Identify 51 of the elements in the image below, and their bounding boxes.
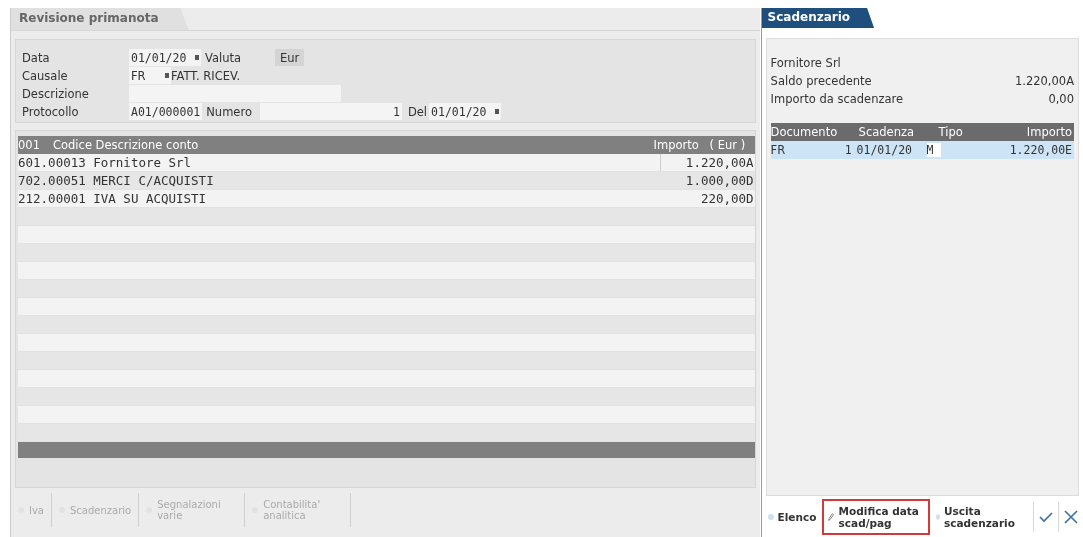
column-header: Importo — [1025, 125, 1073, 139]
empty-row[interactable] — [18, 262, 755, 280]
column-header: Scadenza — [858, 125, 915, 139]
field-label: Data — [21, 50, 51, 65]
account-cell-text: 601.00013 Fornitore Srl — [18, 155, 193, 170]
empty-row[interactable] — [18, 298, 755, 316]
empty-row[interactable] — [18, 226, 755, 244]
info-label: Importo da scadenzare — [770, 92, 904, 108]
window-tab[interactable]: Revisione primanota — [11, 8, 189, 30]
type-input[interactable]: M — [926, 143, 941, 157]
info-label: Saldo precedente — [770, 74, 872, 90]
empty-row[interactable] — [18, 406, 755, 424]
field-label: Valuta — [204, 50, 243, 65]
panel-tab[interactable]: Scadenzario — [761, 8, 875, 28]
protocol-field[interactable]: A01/000001 — [129, 103, 203, 120]
causale-description: FATT. RICEV. — [171, 68, 241, 83]
close-icon — [1063, 508, 1079, 525]
date-field[interactable]: 01/01/20 — [429, 103, 502, 120]
field-label: Descrizione — [21, 86, 90, 101]
table-row[interactable]: FR 1 01/01/20 M 1.220,00E — [770, 141, 1074, 159]
currency-field[interactable]: Eur — [275, 49, 305, 66]
amount-cell[interactable]: 1.000,00D — [659, 172, 755, 189]
column-header: Documento — [770, 125, 839, 139]
empty-row[interactable] — [18, 370, 755, 388]
field-label: Causale — [21, 68, 69, 83]
date-cell-text: 01/01/20 — [856, 143, 913, 157]
field-label: Del — [406, 104, 429, 119]
toolbar-button[interactable]: Elenco — [761, 498, 823, 535]
toolbar-button[interactable]: Modifica data scad/pag — [822, 498, 930, 535]
empty-row[interactable] — [18, 334, 755, 352]
field-label: Numero — [205, 104, 253, 119]
column-header: 001 — [18, 138, 41, 152]
field-label: Protocollo — [21, 104, 80, 119]
column-header: ( Eur ) — [709, 138, 747, 152]
amount-cell-text: 1.220,00E — [1008, 143, 1073, 157]
column-header: Tipo — [938, 125, 964, 139]
supplier-name: Fornitore Srl — [770, 56, 842, 72]
column-header: Codice Descrizione conto — [53, 138, 200, 152]
info-value: 1.220,00A — [1014, 74, 1074, 90]
info-value: 0,00 — [1048, 92, 1074, 108]
toolbar-button[interactable]: Uscita scadenzario — [929, 498, 1033, 535]
account-cell-text: 212.00001 IVA SU ACQUISTI — [18, 191, 208, 206]
code-field[interactable]: FR — [129, 67, 171, 84]
number-cell-text: 1 — [843, 143, 853, 157]
account-cell-text: 702.00051 MERCI C/ACQUISTI — [18, 173, 215, 188]
amount-cell[interactable]: 220,00D — [659, 190, 755, 207]
document-cell-text: FR — [770, 143, 787, 157]
date-field[interactable]: 01/01/20 — [129, 49, 201, 66]
amount-cell[interactable]: 1.220,00A — [659, 154, 755, 171]
number-field[interactable]: 1 — [259, 103, 402, 120]
column-header: Importo — [653, 138, 700, 152]
